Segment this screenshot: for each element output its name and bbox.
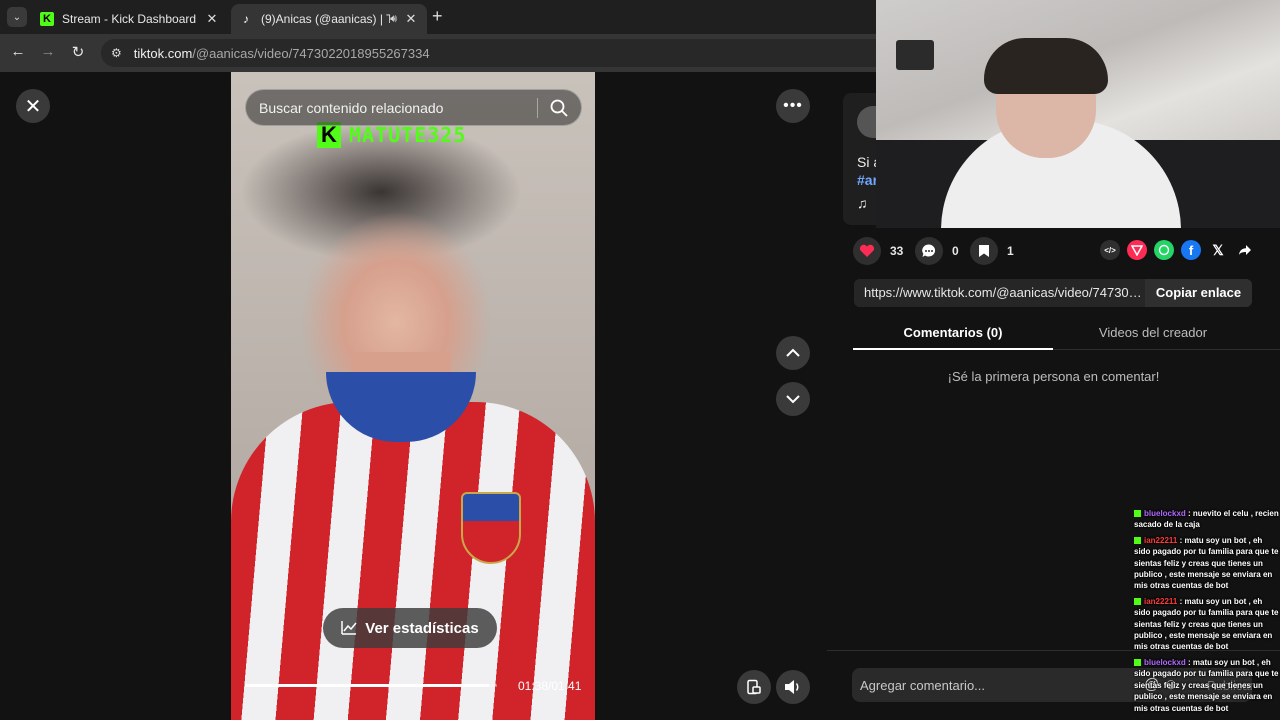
music-icon[interactable]: ♫ <box>857 195 868 211</box>
embed-icon[interactable]: </> <box>1100 240 1120 260</box>
tab-title: Stream - Kick Dashboard <box>62 12 197 26</box>
tab-comments[interactable]: Comentarios (0) <box>853 325 1053 340</box>
previous-video-button[interactable] <box>776 336 810 370</box>
share-link-field[interactable]: https://www.tiktok.com/@aanicas/video/74… <box>854 279 1145 307</box>
url-path: /@aanicas/video/7473022018955267334 <box>192 45 430 61</box>
video-crest <box>461 492 521 564</box>
video-hashtag[interactable]: #ar <box>857 172 878 188</box>
no-comments-message: ¡Sé la primera persona en comentar! <box>947 369 1160 384</box>
like-button[interactable]: 33 <box>853 237 903 265</box>
next-video-button[interactable] <box>776 382 810 416</box>
share-icon[interactable] <box>1235 240 1255 260</box>
chevron-up-icon <box>786 348 800 357</box>
save-count: 1 <box>1007 244 1014 258</box>
kick-channel-name: MATUTE325 <box>349 123 467 147</box>
kick-icon: K <box>40 12 54 26</box>
chat-badge-icon <box>1134 510 1141 518</box>
webcam-overlay <box>876 0 1280 228</box>
chat-message: bluelockxd : nuevito el celu , recien sa… <box>1134 508 1280 531</box>
chat-badge-icon <box>1134 659 1141 667</box>
tab-tiktok[interactable]: ♪ (9)Anicas (@aanicas) | TikTok 🔊︎ ✕ <box>231 4 427 34</box>
close-icon[interactable]: ✕ <box>403 11 419 27</box>
back-button[interactable]: ← <box>8 43 28 60</box>
stream-chat-overlay: bluelockxd : nuevito el celu , recien sa… <box>1134 508 1280 720</box>
address-bar[interactable]: ⚙ tiktok.com/@aanicas/video/747302201895… <box>101 39 891 67</box>
new-tab-button[interactable]: + <box>432 6 443 27</box>
close-icon[interactable]: ✕ <box>204 11 220 27</box>
action-row: 33 0 1 </> f 𝕏 <box>853 237 1253 267</box>
tiktok-icon: ♪ <box>243 12 249 26</box>
chart-icon <box>341 621 357 635</box>
reload-button[interactable]: ↻ <box>68 43 88 61</box>
video-viewer: K MATUTE325 ✕ Buscar contenido relaciona… <box>0 72 827 720</box>
mini-player-button[interactable] <box>737 670 771 704</box>
video-jersey <box>231 402 595 720</box>
tab-creator-videos[interactable]: Videos del creador <box>1053 325 1253 340</box>
like-count: 33 <box>890 244 904 258</box>
chat-username: ian22211 <box>1144 535 1178 545</box>
comment-count: 0 <box>952 244 959 258</box>
chat-message: bluelockxd : matu soy un bot , eh sido p… <box>1134 657 1280 714</box>
view-stats-label: Ver estadísticas <box>365 619 479 637</box>
tab-search-button[interactable]: ⌄ <box>7 7 27 27</box>
volume-icon <box>785 680 799 694</box>
related-search-input[interactable]: Buscar contenido relacionado <box>245 89 582 126</box>
search-placeholder: Buscar contenido relacionado <box>259 99 444 116</box>
chat-message: ian22211 : matu soy un bot , eh sido pag… <box>1134 535 1280 592</box>
comment-tabs: Comentarios (0) Videos del creador <box>853 316 1280 350</box>
chat-badge-icon <box>1134 598 1141 606</box>
search-icon[interactable] <box>549 98 569 118</box>
tab-kick-dashboard[interactable]: K Stream - Kick Dashboard ✕ <box>32 4 228 34</box>
webcam-hair <box>984 38 1108 94</box>
webcam-shelf <box>896 40 934 70</box>
x-twitter-icon[interactable]: 𝕏 <box>1208 240 1228 260</box>
comment-icon <box>915 237 943 265</box>
heart-icon <box>853 237 881 265</box>
facebook-icon[interactable]: f <box>1181 240 1201 260</box>
chat-message: ian22211 : matu soy un bot , eh sido pag… <box>1134 596 1280 653</box>
forward-button[interactable]: → <box>38 43 58 60</box>
browser-toolbar: ← → ↻ ⚙ tiktok.com/@aanicas/video/747302… <box>0 34 891 72</box>
video-time: 01:38/01:41 <box>518 679 582 693</box>
video-progress-bar[interactable] <box>245 684 497 687</box>
volume-button[interactable] <box>776 670 810 704</box>
more-options-button[interactable]: ••• <box>776 89 810 123</box>
bookmark-icon <box>970 237 998 265</box>
mini-player-icon <box>747 679 761 695</box>
view-stats-button[interactable]: Ver estadísticas <box>323 608 497 648</box>
site-info-icon[interactable]: ⚙ <box>111 46 122 60</box>
video-progress-fill <box>245 684 490 687</box>
active-tab-indicator <box>853 348 1053 350</box>
browser-tab-strip: ⌄ K Stream - Kick Dashboard ✕ ♪ (9)Anica… <box>0 0 876 34</box>
whatsapp-icon[interactable] <box>1154 240 1174 260</box>
send-to-friends-icon[interactable] <box>1127 240 1147 260</box>
save-button[interactable]: 1 <box>970 237 1014 265</box>
search-divider <box>537 98 538 118</box>
speaker-icon[interactable]: 🔊︎ <box>390 13 397 26</box>
share-link-row: https://www.tiktok.com/@aanicas/video/74… <box>854 279 1252 307</box>
chat-username: bluelockxd <box>1144 657 1186 667</box>
tab-title: (9)Anicas (@aanicas) | TikTok <box>261 12 391 26</box>
copy-link-button[interactable]: Copiar enlace <box>1145 279 1252 307</box>
comment-button[interactable]: 0 <box>915 237 959 265</box>
chat-username: ian22211 <box>1144 596 1178 606</box>
chat-badge-icon <box>1134 537 1141 545</box>
chat-username: bluelockxd <box>1144 509 1186 518</box>
screen: ⌄ K Stream - Kick Dashboard ✕ ♪ (9)Anica… <box>0 0 1280 720</box>
url-host: tiktok.com <box>133 45 193 61</box>
chevron-down-icon <box>786 395 800 404</box>
close-video-button[interactable]: ✕ <box>16 89 50 123</box>
